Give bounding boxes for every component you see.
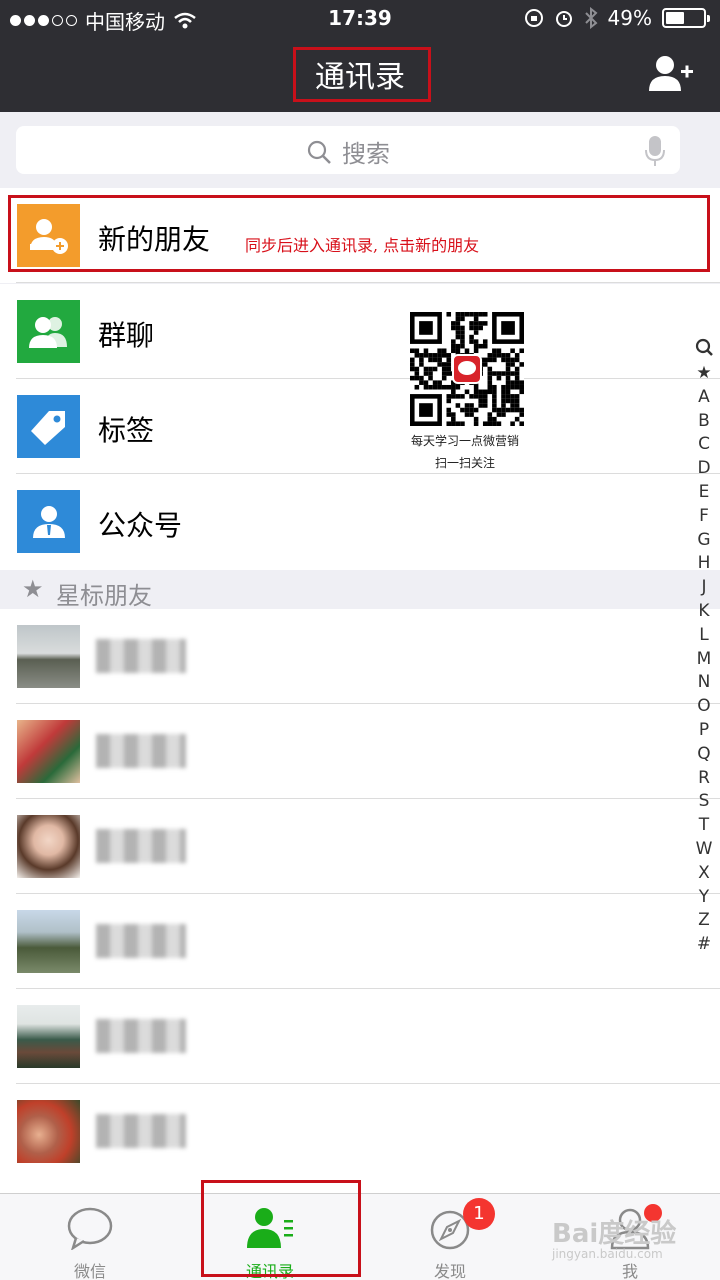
discover-badge: 1	[463, 1198, 495, 1230]
instruction-annotation: 同步后进入通讯录, 点击新的朋友	[245, 236, 480, 255]
contact-name-blurred	[96, 1019, 186, 1053]
index-letter[interactable]: X	[698, 862, 710, 886]
index-letter[interactable]: K	[698, 600, 709, 624]
tab-me-label: 我	[621, 1262, 638, 1280]
group-icon	[17, 300, 80, 363]
search-placeholder: 搜索	[342, 140, 390, 168]
index-letter[interactable]: W	[696, 838, 713, 862]
search-input[interactable]: 搜索	[16, 126, 680, 174]
contact-name-blurred	[96, 734, 186, 768]
index-letter[interactable]: G	[697, 529, 710, 553]
index-letter[interactable]: Z	[698, 909, 710, 933]
index-letter[interactable]: Q	[697, 743, 710, 767]
contact-name-blurred	[96, 1114, 186, 1148]
index-letter[interactable]: J	[701, 576, 706, 600]
qr-code	[410, 312, 524, 426]
orientation-lock-icon	[524, 9, 543, 27]
index-letter[interactable]: P	[699, 719, 709, 743]
tags-label: 标签	[98, 414, 155, 447]
status-bar: 中国移动 17:39 49%	[0, 0, 720, 36]
index-letter[interactable]: #	[697, 933, 711, 957]
contact-row[interactable]	[0, 704, 720, 799]
index-search-icon[interactable]	[695, 338, 713, 358]
search-area: 搜索	[0, 112, 720, 188]
index-letter[interactable]: F	[699, 505, 709, 529]
tab-chats[interactable]: 微信	[0, 1194, 180, 1280]
alarm-icon	[555, 11, 572, 27]
contact-row[interactable]	[0, 989, 720, 1084]
microphone-icon[interactable]	[644, 135, 666, 167]
contact-row[interactable]	[0, 609, 720, 704]
contact-row[interactable]	[0, 799, 720, 894]
group-chats-label: 群聊	[98, 319, 155, 352]
index-letter[interactable]: E	[699, 481, 710, 505]
official-accounts-label: 公众号	[98, 509, 183, 542]
index-letter[interactable]: N	[698, 671, 711, 695]
contact-name-blurred	[96, 924, 186, 958]
battery-percent: 49%	[607, 6, 652, 30]
contact-row[interactable]	[0, 894, 720, 989]
tag-icon	[17, 395, 80, 458]
contact-avatar	[17, 910, 80, 973]
bluetooth-icon	[584, 7, 598, 29]
starred-friends-header: ★ 星标朋友	[0, 571, 720, 610]
add-contact-icon[interactable]	[648, 54, 694, 92]
contact-avatar	[17, 1005, 80, 1068]
tab-chats-label: 微信	[73, 1262, 106, 1280]
contact-avatar	[17, 625, 80, 688]
index-letter[interactable]: S	[699, 790, 710, 814]
tab-discover[interactable]: 1 发现	[360, 1194, 540, 1280]
index-letter[interactable]: ★	[696, 362, 711, 386]
baidu-watermark: Bai度经验	[552, 1219, 677, 1249]
tab-discover-label: 发现	[433, 1262, 466, 1280]
contact-name-blurred	[96, 829, 186, 863]
chat-bubble-icon	[67, 1207, 113, 1250]
contact-avatar	[17, 720, 80, 783]
contact-avatar	[17, 815, 80, 878]
index-letter[interactable]: O	[697, 695, 710, 719]
index-letter[interactable]: A	[698, 386, 710, 410]
qr-caption-line1: 每天学习一点微营销	[410, 434, 519, 448]
index-letter[interactable]: R	[698, 767, 710, 791]
battery-icon	[662, 8, 710, 28]
official-accounts-row[interactable]: 公众号	[0, 474, 720, 570]
starred-friends-title: 星标朋友	[56, 582, 152, 610]
search-icon	[307, 140, 331, 164]
index-letter[interactable]: M	[697, 648, 712, 672]
title-highlight-box	[293, 47, 431, 102]
contact-name-blurred	[96, 639, 186, 673]
index-letter[interactable]: L	[699, 624, 708, 648]
star-icon: ★	[22, 575, 44, 603]
battery-level	[666, 12, 684, 24]
index-letter[interactable]: H	[698, 552, 711, 576]
index-letter[interactable]: Y	[699, 886, 709, 910]
group-chats-row[interactable]: 群聊	[0, 284, 720, 379]
qr-caption-line2: 扫一扫关注	[434, 456, 495, 470]
index-letter[interactable]: D	[697, 457, 710, 481]
contact-avatar	[17, 1100, 80, 1163]
contacts-tab-highlight-box	[201, 1180, 361, 1277]
index-letter[interactable]: T	[699, 814, 709, 838]
index-letter[interactable]: B	[698, 410, 710, 434]
alphabet-index[interactable]: ★ A B C D E F G H J K L M N O P Q R S T W X Y Z #	[692, 338, 716, 957]
official-account-icon	[17, 490, 80, 553]
index-letter[interactable]: C	[698, 433, 710, 457]
tags-row[interactable]: 标签	[0, 379, 720, 474]
baidu-watermark-url: jingyan.baidu.com	[552, 1247, 663, 1261]
contact-row[interactable]	[0, 1084, 720, 1193]
